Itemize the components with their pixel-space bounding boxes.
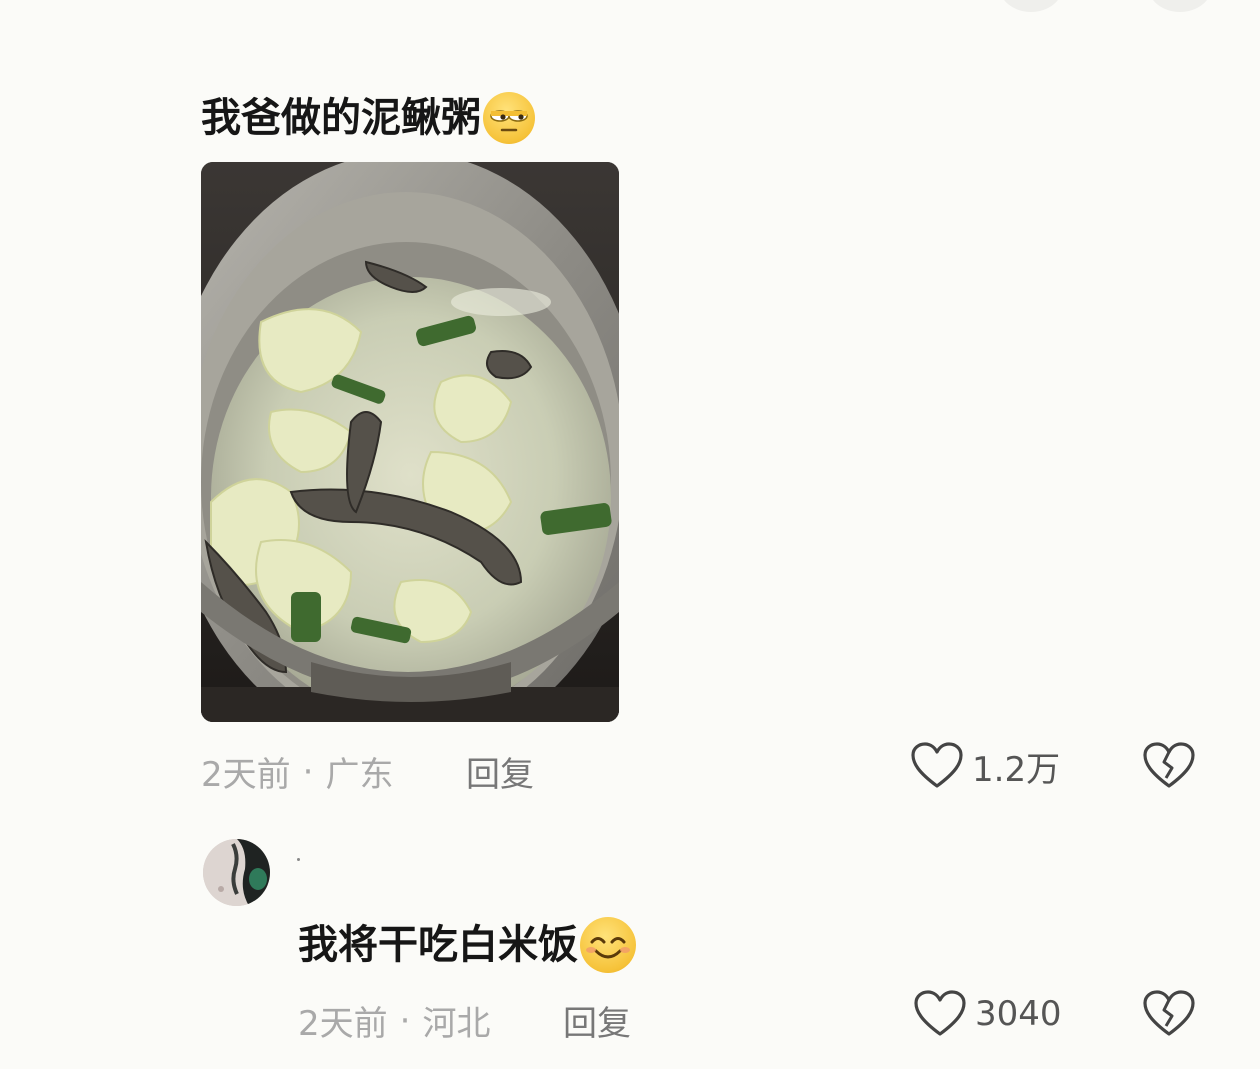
meta-separator: · xyxy=(302,751,314,792)
comment-location: 广东 xyxy=(325,755,394,795)
reply-user-avatar[interactable] xyxy=(203,839,270,906)
reply-like-count: 3040 xyxy=(975,994,1062,1034)
reply-reply-button[interactable]: 回复 xyxy=(563,996,631,1045)
comment-like-button[interactable]: 1.2万 xyxy=(910,741,1060,791)
comment-text-row: 我爸做的泥鳅粥 xyxy=(201,92,535,144)
broken-heart-icon xyxy=(1143,742,1195,788)
reply-location: 河北 xyxy=(422,1004,491,1044)
comment-meta: 2天前 · 广东 xyxy=(201,747,393,796)
reply-dislike-button[interactable] xyxy=(1142,989,1196,1043)
reply-username-dot xyxy=(297,858,300,861)
comment-time: 2天前 xyxy=(201,755,291,795)
comment-reply-button[interactable]: 回复 xyxy=(466,747,534,796)
comment-dislike-button[interactable] xyxy=(1142,741,1196,795)
broken-heart-icon xyxy=(1143,990,1195,1036)
reply-meta: 2天前 · 河北 xyxy=(298,996,490,1045)
top-action-button-right[interactable] xyxy=(1148,0,1212,12)
comment-like-count: 1.2万 xyxy=(972,749,1061,790)
reply-text: 我将干吃白米饭 xyxy=(298,922,578,968)
reply-text-row: 我将干吃白米饭 xyxy=(298,917,636,973)
avatar-image xyxy=(203,839,270,906)
meta-separator: · xyxy=(399,1000,411,1041)
reply-like-button[interactable]: 3040 xyxy=(913,989,1062,1039)
loach-porridge-pot-image xyxy=(201,162,619,722)
rolling-eyes-emoji-icon xyxy=(483,92,535,144)
comment-photo[interactable] xyxy=(201,162,619,722)
smiling-emoji-icon xyxy=(580,917,636,973)
heart-outline-icon xyxy=(914,990,966,1036)
comment-text: 我爸做的泥鳅粥 xyxy=(201,95,481,141)
reply-time: 2天前 xyxy=(298,1004,388,1044)
top-action-button-left[interactable] xyxy=(999,0,1063,12)
heart-outline-icon xyxy=(911,742,963,788)
